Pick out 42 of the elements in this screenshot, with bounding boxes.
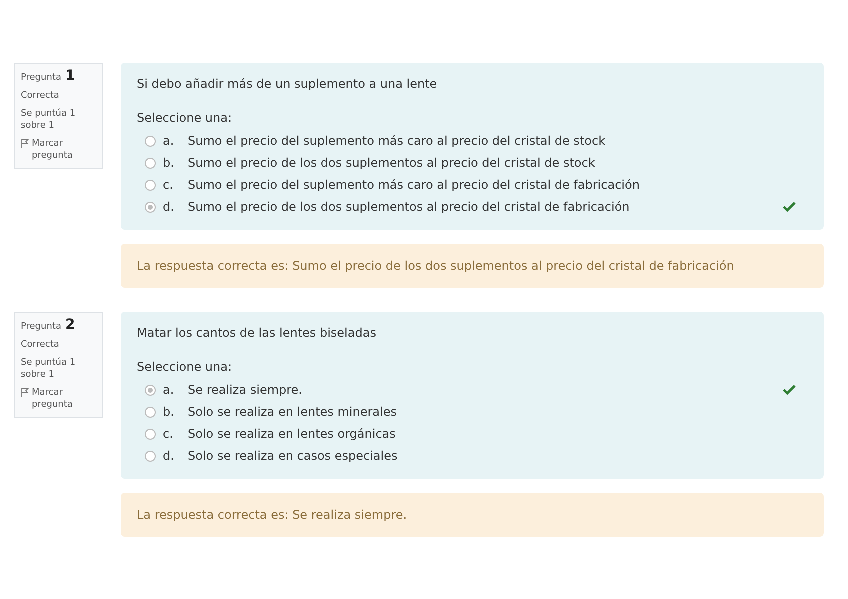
option-text: Sumo el precio del suplemento más caro al precio del cristal de fabricación — [188, 177, 640, 194]
question-state: Correcta — [21, 339, 60, 351]
option-letter: a. — [163, 133, 176, 150]
flag-icon — [21, 388, 29, 397]
flag-question-link[interactable]: Marcar pregunta — [32, 138, 96, 162]
option-letter: c. — [163, 177, 174, 194]
option-letter: b. — [163, 404, 176, 421]
option-text: Solo se realiza en lentes minerales — [188, 404, 397, 421]
radio-button[interactable] — [145, 158, 156, 168]
question-label: Pregunta — [21, 321, 62, 333]
option-letter: a. — [163, 382, 176, 399]
question-text: Si debo añadir más de un suplemento a una lente — [137, 76, 438, 93]
radio-button[interactable] — [145, 180, 156, 190]
question-text: Matar los cantos de las lentes biseladas — [137, 325, 378, 342]
question-grade: Se puntúa 1 sobre 1 — [21, 357, 77, 381]
option-letter: d. — [163, 448, 176, 465]
radio-button[interactable] — [145, 384, 156, 396]
flag-question-link[interactable]: Marcar pregunta — [32, 387, 96, 411]
question-number: 2 — [65, 319, 76, 331]
answer-prompt: Seleccione una: — [137, 110, 233, 127]
radio-button[interactable] — [145, 406, 156, 418]
question-number: 1 — [65, 70, 76, 82]
option-text: Sumo el precio de los dos suplementos al precio del cristal de stock — [188, 155, 596, 172]
answer-prompt: Seleccione una: — [137, 359, 233, 376]
option-text: Sumo el precio de los dos suplementos al precio del cristal de fabricación — [188, 199, 630, 216]
radio-button[interactable] — [145, 428, 156, 440]
flag-icon — [21, 139, 29, 148]
option-text: Solo se realiza en casos especiales — [188, 448, 398, 465]
radio-button[interactable] — [145, 202, 156, 212]
question-state: Correcta — [21, 90, 60, 102]
option-letter: c. — [163, 426, 174, 443]
option-letter: b. — [163, 155, 176, 172]
question-label: Pregunta — [21, 72, 62, 84]
option-text: Solo se realiza en lentes orgánicas — [188, 426, 396, 443]
radio-button[interactable] — [145, 136, 156, 146]
question-grade: Se puntúa 1 sobre 1 — [21, 108, 77, 132]
option-letter: d. — [163, 199, 176, 216]
option-text: Se realiza siempre. — [188, 382, 302, 399]
radio-button[interactable] — [145, 450, 156, 462]
correct-answer-text: La respuesta correcta es: Se realiza siempre. — [137, 508, 408, 522]
option-text: Sumo el precio del suplemento más caro al precio del cristal de stock — [188, 133, 606, 150]
correct-answer-text: La respuesta correcta es: Sumo el precio de los dos suplementos al precio del cristal de fabricación — [137, 259, 734, 273]
